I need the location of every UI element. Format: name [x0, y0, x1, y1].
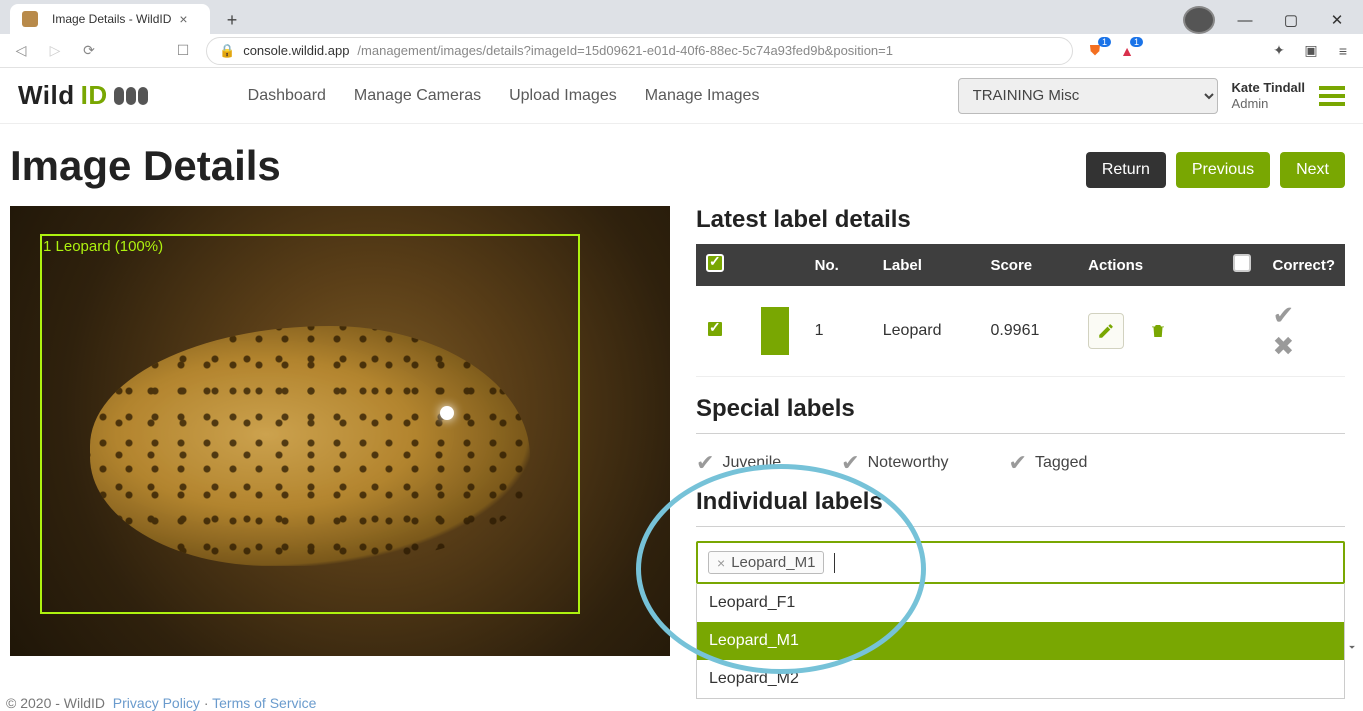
select-all-checkbox[interactable] [706, 254, 724, 272]
footer-privacy-link[interactable]: Privacy Policy [113, 695, 200, 711]
special-noteworthy[interactable]: ✔ Noteworthy [841, 450, 948, 476]
extensions-icon[interactable]: ✦ [1269, 41, 1289, 61]
camera-trap-image[interactable]: 1 Leopard (100%) [10, 206, 670, 656]
remove-tag-icon[interactable]: × [717, 555, 725, 571]
trash-icon [1149, 322, 1167, 340]
project-select[interactable]: TRAINING Misc [958, 78, 1218, 114]
close-window-icon[interactable]: ✕ [1321, 6, 1353, 34]
reload-icon[interactable]: ⟳ [78, 42, 100, 59]
labels-table-header: No. Label Score Actions Correct? [696, 244, 1345, 286]
brave-shield-icon[interactable]: ⛊1 [1085, 41, 1105, 61]
lock-icon: 🔒 [219, 43, 235, 59]
special-heading: Special labels [696, 395, 1345, 423]
nav-upload-images[interactable]: Upload Images [509, 87, 617, 105]
special-noteworthy-label: Noteworthy [868, 454, 949, 472]
check-icon: ✔ [1009, 450, 1027, 476]
pencil-icon [1097, 322, 1115, 340]
logo-text-id: ID [81, 80, 108, 111]
check-icon: ✔ [841, 450, 859, 476]
footer-copyright: © 2020 - WildID [6, 695, 105, 711]
labels-table: No. Label Score Actions Correct? 1 Leopa… [696, 244, 1345, 377]
footer: © 2020 - WildID Privacy Policy · Terms o… [6, 695, 316, 711]
detection-bounding-box [40, 234, 580, 614]
tag-chip-label: Leopard_M1 [731, 554, 815, 571]
url-host: console.wildid.app [243, 43, 349, 58]
individual-tag-input[interactable]: × Leopard_M1 [696, 541, 1345, 584]
dropdown-option[interactable]: Leopard_M2 [697, 660, 1344, 698]
previous-button[interactable]: Previous [1176, 152, 1270, 188]
bookmark-icon[interactable]: ☐ [172, 42, 194, 59]
mark-correct-button[interactable]: ✔ [1272, 300, 1294, 330]
logo-text-wild: Wild [18, 80, 75, 111]
dropdown-option[interactable]: Leopard_F1 [697, 584, 1344, 622]
tag-chip[interactable]: × Leopard_M1 [708, 551, 824, 574]
correct-header-checkbox[interactable] [1233, 254, 1251, 272]
profile-icon[interactable] [1183, 6, 1215, 34]
window-controls: — ▢ ✕ [1183, 6, 1353, 34]
row-label: Leopard [873, 286, 981, 377]
individual-dropdown: Leopard_F1 Leopard_M1 Leopard_M2 [696, 584, 1345, 699]
special-labels-row: ✔ Juvenile ✔ Noteworthy ✔ Tagged [696, 438, 1345, 484]
page-title: Image Details [10, 142, 1076, 190]
text-caret [834, 553, 835, 573]
nav-dashboard[interactable]: Dashboard [248, 87, 326, 105]
return-button[interactable]: Return [1086, 152, 1166, 188]
special-juvenile[interactable]: ✔ Juvenile [696, 450, 781, 476]
row-score: 0.9961 [980, 286, 1078, 377]
special-juvenile-label: Juvenile [722, 454, 781, 472]
logo-mark-icon [114, 87, 148, 105]
new-tab-button[interactable]: + [218, 6, 246, 34]
browser-address-bar: ◁ ▷ ⟳ ☐ 🔒 console.wildid.app/management/… [0, 34, 1363, 68]
brave-rewards-icon[interactable]: ▲1 [1117, 41, 1137, 61]
app-header: WildID Dashboard Manage Cameras Upload I… [0, 68, 1363, 124]
app-logo[interactable]: WildID [18, 80, 148, 111]
nav-manage-images[interactable]: Manage Images [645, 87, 760, 105]
bounding-box-label: 1 Leopard (100%) [41, 236, 165, 257]
col-correct: Correct? [1262, 244, 1345, 286]
label-color-swatch [761, 307, 789, 355]
tab-favicon [22, 11, 38, 27]
mark-incorrect-button[interactable]: ✖ [1272, 331, 1294, 361]
menu-icon[interactable] [1319, 86, 1345, 106]
table-row: 1 Leopard 0.9961 ✔ [696, 286, 1345, 377]
user-name: Kate Tindall [1232, 80, 1305, 96]
special-tagged-label: Tagged [1035, 454, 1088, 472]
labels-heading: Latest label details [696, 206, 1345, 234]
browser-menu-icon[interactable]: ≡ [1333, 41, 1353, 61]
main-nav: Dashboard Manage Cameras Upload Images M… [248, 87, 760, 105]
individual-heading: Individual labels [696, 488, 1345, 516]
col-no: No. [805, 244, 873, 286]
row-no: 1 [805, 286, 873, 377]
url-input[interactable]: 🔒 console.wildid.app/management/images/d… [206, 37, 1073, 65]
user-block[interactable]: Kate Tindall Admin [1232, 80, 1305, 111]
special-tagged[interactable]: ✔ Tagged [1009, 450, 1088, 476]
maximize-icon[interactable]: ▢ [1275, 6, 1307, 34]
browser-titlebar: Image Details - WildID × + — ▢ ✕ [0, 0, 1363, 34]
url-path: /management/images/details?imageId=15d09… [357, 43, 893, 58]
check-icon: ✔ [696, 450, 714, 476]
nav-back-icon[interactable]: ◁ [10, 42, 32, 59]
tab-title: Image Details - WildID [52, 12, 171, 26]
close-icon[interactable]: × [179, 11, 187, 27]
edit-button[interactable] [1088, 313, 1124, 349]
col-score: Score [980, 244, 1078, 286]
next-button[interactable]: Next [1280, 152, 1345, 188]
browser-tab[interactable]: Image Details - WildID × [10, 4, 210, 34]
scroll-down-icon[interactable] [1345, 640, 1359, 659]
dropdown-option-selected[interactable]: Leopard_M1 [697, 622, 1344, 660]
nav-manage-cameras[interactable]: Manage Cameras [354, 87, 481, 105]
col-actions: Actions [1078, 244, 1222, 286]
col-label: Label [873, 244, 981, 286]
user-role: Admin [1232, 96, 1305, 112]
footer-terms-link[interactable]: Terms of Service [212, 695, 316, 711]
app-window-icon[interactable]: ▣ [1301, 41, 1321, 61]
nav-forward-icon[interactable]: ▷ [44, 42, 66, 59]
minimize-icon[interactable]: — [1229, 6, 1261, 34]
delete-button[interactable] [1142, 315, 1174, 347]
row-select-checkbox[interactable] [706, 320, 724, 338]
